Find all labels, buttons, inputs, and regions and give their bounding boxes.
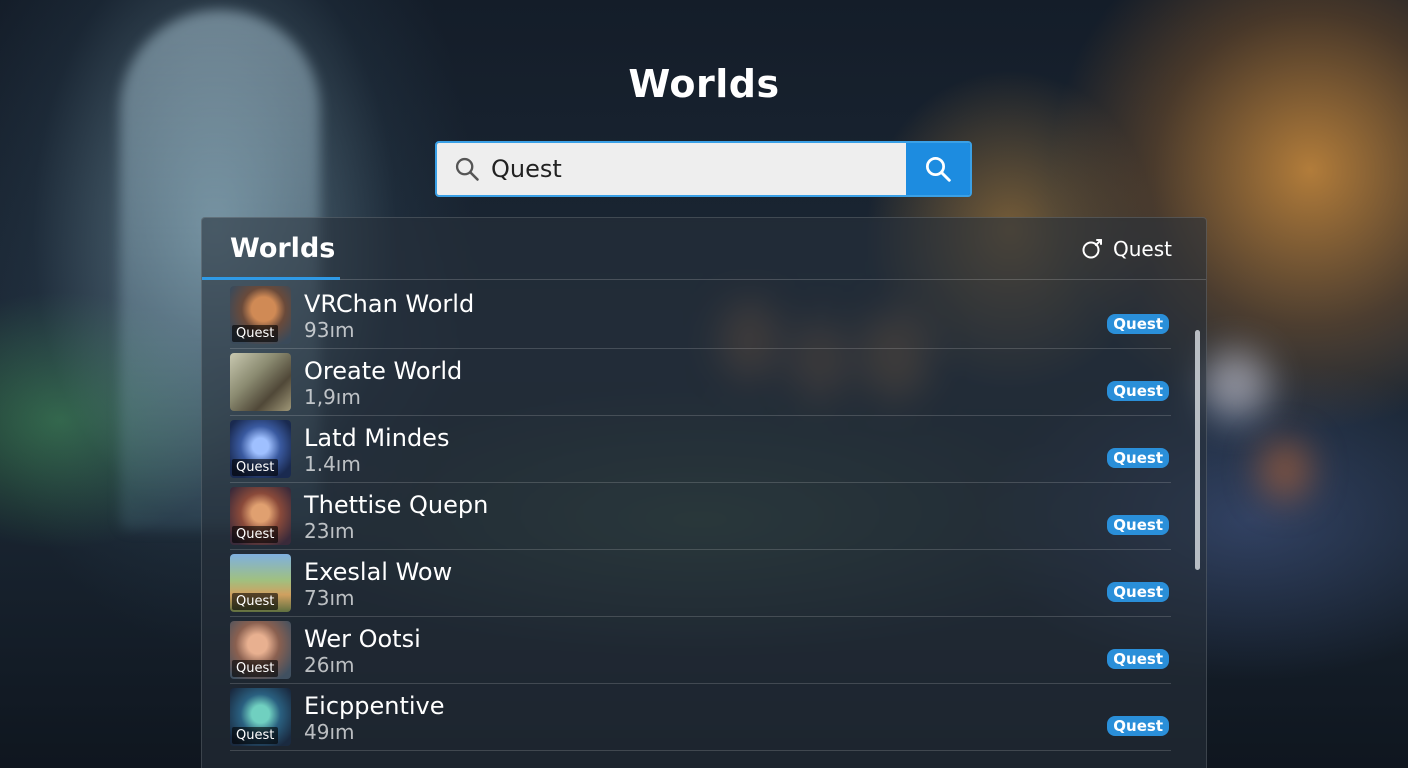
- world-meta: 1.4ım: [304, 452, 361, 476]
- world-meta: 73ım: [304, 586, 355, 610]
- world-row[interactable]: Quest Thettise Quepn 23ım Quest: [230, 483, 1171, 550]
- world-list: Quest VRChan World 93ım Quest Oreate Wor…: [230, 282, 1171, 751]
- world-row[interactable]: Quest Latd Mindes 1.4ım Quest: [230, 416, 1171, 483]
- world-name: Wer Ootsi: [304, 625, 421, 653]
- background-glow: [1260, 440, 1310, 500]
- active-tab-indicator: [202, 277, 340, 280]
- world-thumbnail: [230, 353, 291, 411]
- platform-badge: Quest: [1107, 582, 1169, 602]
- platform-filter[interactable]: Quest: [1081, 237, 1172, 261]
- search-icon: [455, 157, 479, 181]
- world-thumbnail: Quest: [230, 487, 291, 545]
- world-meta: 93ım: [304, 318, 355, 342]
- thumbnail-badge: Quest: [232, 459, 279, 476]
- world-name: Eicppentive: [304, 692, 445, 720]
- thumbnail-badge: Quest: [232, 593, 279, 610]
- platform-badge: Quest: [1107, 649, 1169, 669]
- platform-badge: Quest: [1107, 716, 1169, 736]
- world-meta: 26ım: [304, 653, 355, 677]
- world-thumbnail: Quest: [230, 554, 291, 612]
- headset-icon: [1082, 238, 1103, 258]
- world-meta: 49ım: [304, 720, 355, 744]
- platform-badge: Quest: [1107, 515, 1169, 535]
- panel-header: Worlds Quest: [202, 218, 1206, 280]
- world-meta: 23ım: [304, 519, 355, 543]
- background-glow: [1200, 350, 1270, 420]
- world-name: Thettise Quepn: [304, 491, 489, 519]
- world-thumbnail: Quest: [230, 286, 291, 344]
- world-name: Exeslal Wow: [304, 558, 453, 586]
- platform-badge: Quest: [1107, 448, 1169, 468]
- world-row[interactable]: Quest Exeslal Wow 73ım Quest: [230, 550, 1171, 617]
- world-name: Latd Mindes: [304, 424, 450, 452]
- search-bar: [435, 141, 972, 197]
- thumbnail-badge: Quest: [232, 526, 279, 543]
- platform-filter-label: Quest: [1113, 236, 1172, 261]
- world-row[interactable]: Oreate World 1,9ım Quest: [230, 349, 1171, 416]
- tab-worlds[interactable]: Worlds: [230, 233, 335, 264]
- world-thumbnail: Quest: [230, 420, 291, 478]
- world-name: VRChan World: [304, 290, 475, 318]
- world-row[interactable]: Quest VRChan World 93ım Quest: [230, 282, 1171, 349]
- search-input[interactable]: [481, 143, 906, 195]
- world-thumbnail: Quest: [230, 621, 291, 679]
- scrollbar[interactable]: [1195, 330, 1200, 570]
- worlds-panel: Worlds Quest Quest VRChan World 93ım Que…: [201, 217, 1207, 768]
- thumbnail-badge: Quest: [232, 660, 279, 677]
- world-row[interactable]: Quest Eicppentive 49ım Quest: [230, 684, 1171, 751]
- platform-badge: Quest: [1107, 381, 1169, 401]
- world-row[interactable]: Quest Wer Ootsi 26ım Quest: [230, 617, 1171, 684]
- world-thumbnail: Quest: [230, 688, 291, 746]
- page-title: Worlds: [628, 62, 780, 106]
- thumbnail-badge: Quest: [232, 727, 279, 744]
- thumbnail-badge: Quest: [232, 325, 279, 342]
- platform-badge: Quest: [1107, 314, 1169, 334]
- world-meta: 1,9ım: [304, 385, 361, 409]
- world-name: Oreate World: [304, 357, 463, 385]
- search-icon: [926, 157, 951, 182]
- search-field[interactable]: [437, 143, 906, 195]
- search-button[interactable]: [906, 143, 970, 195]
